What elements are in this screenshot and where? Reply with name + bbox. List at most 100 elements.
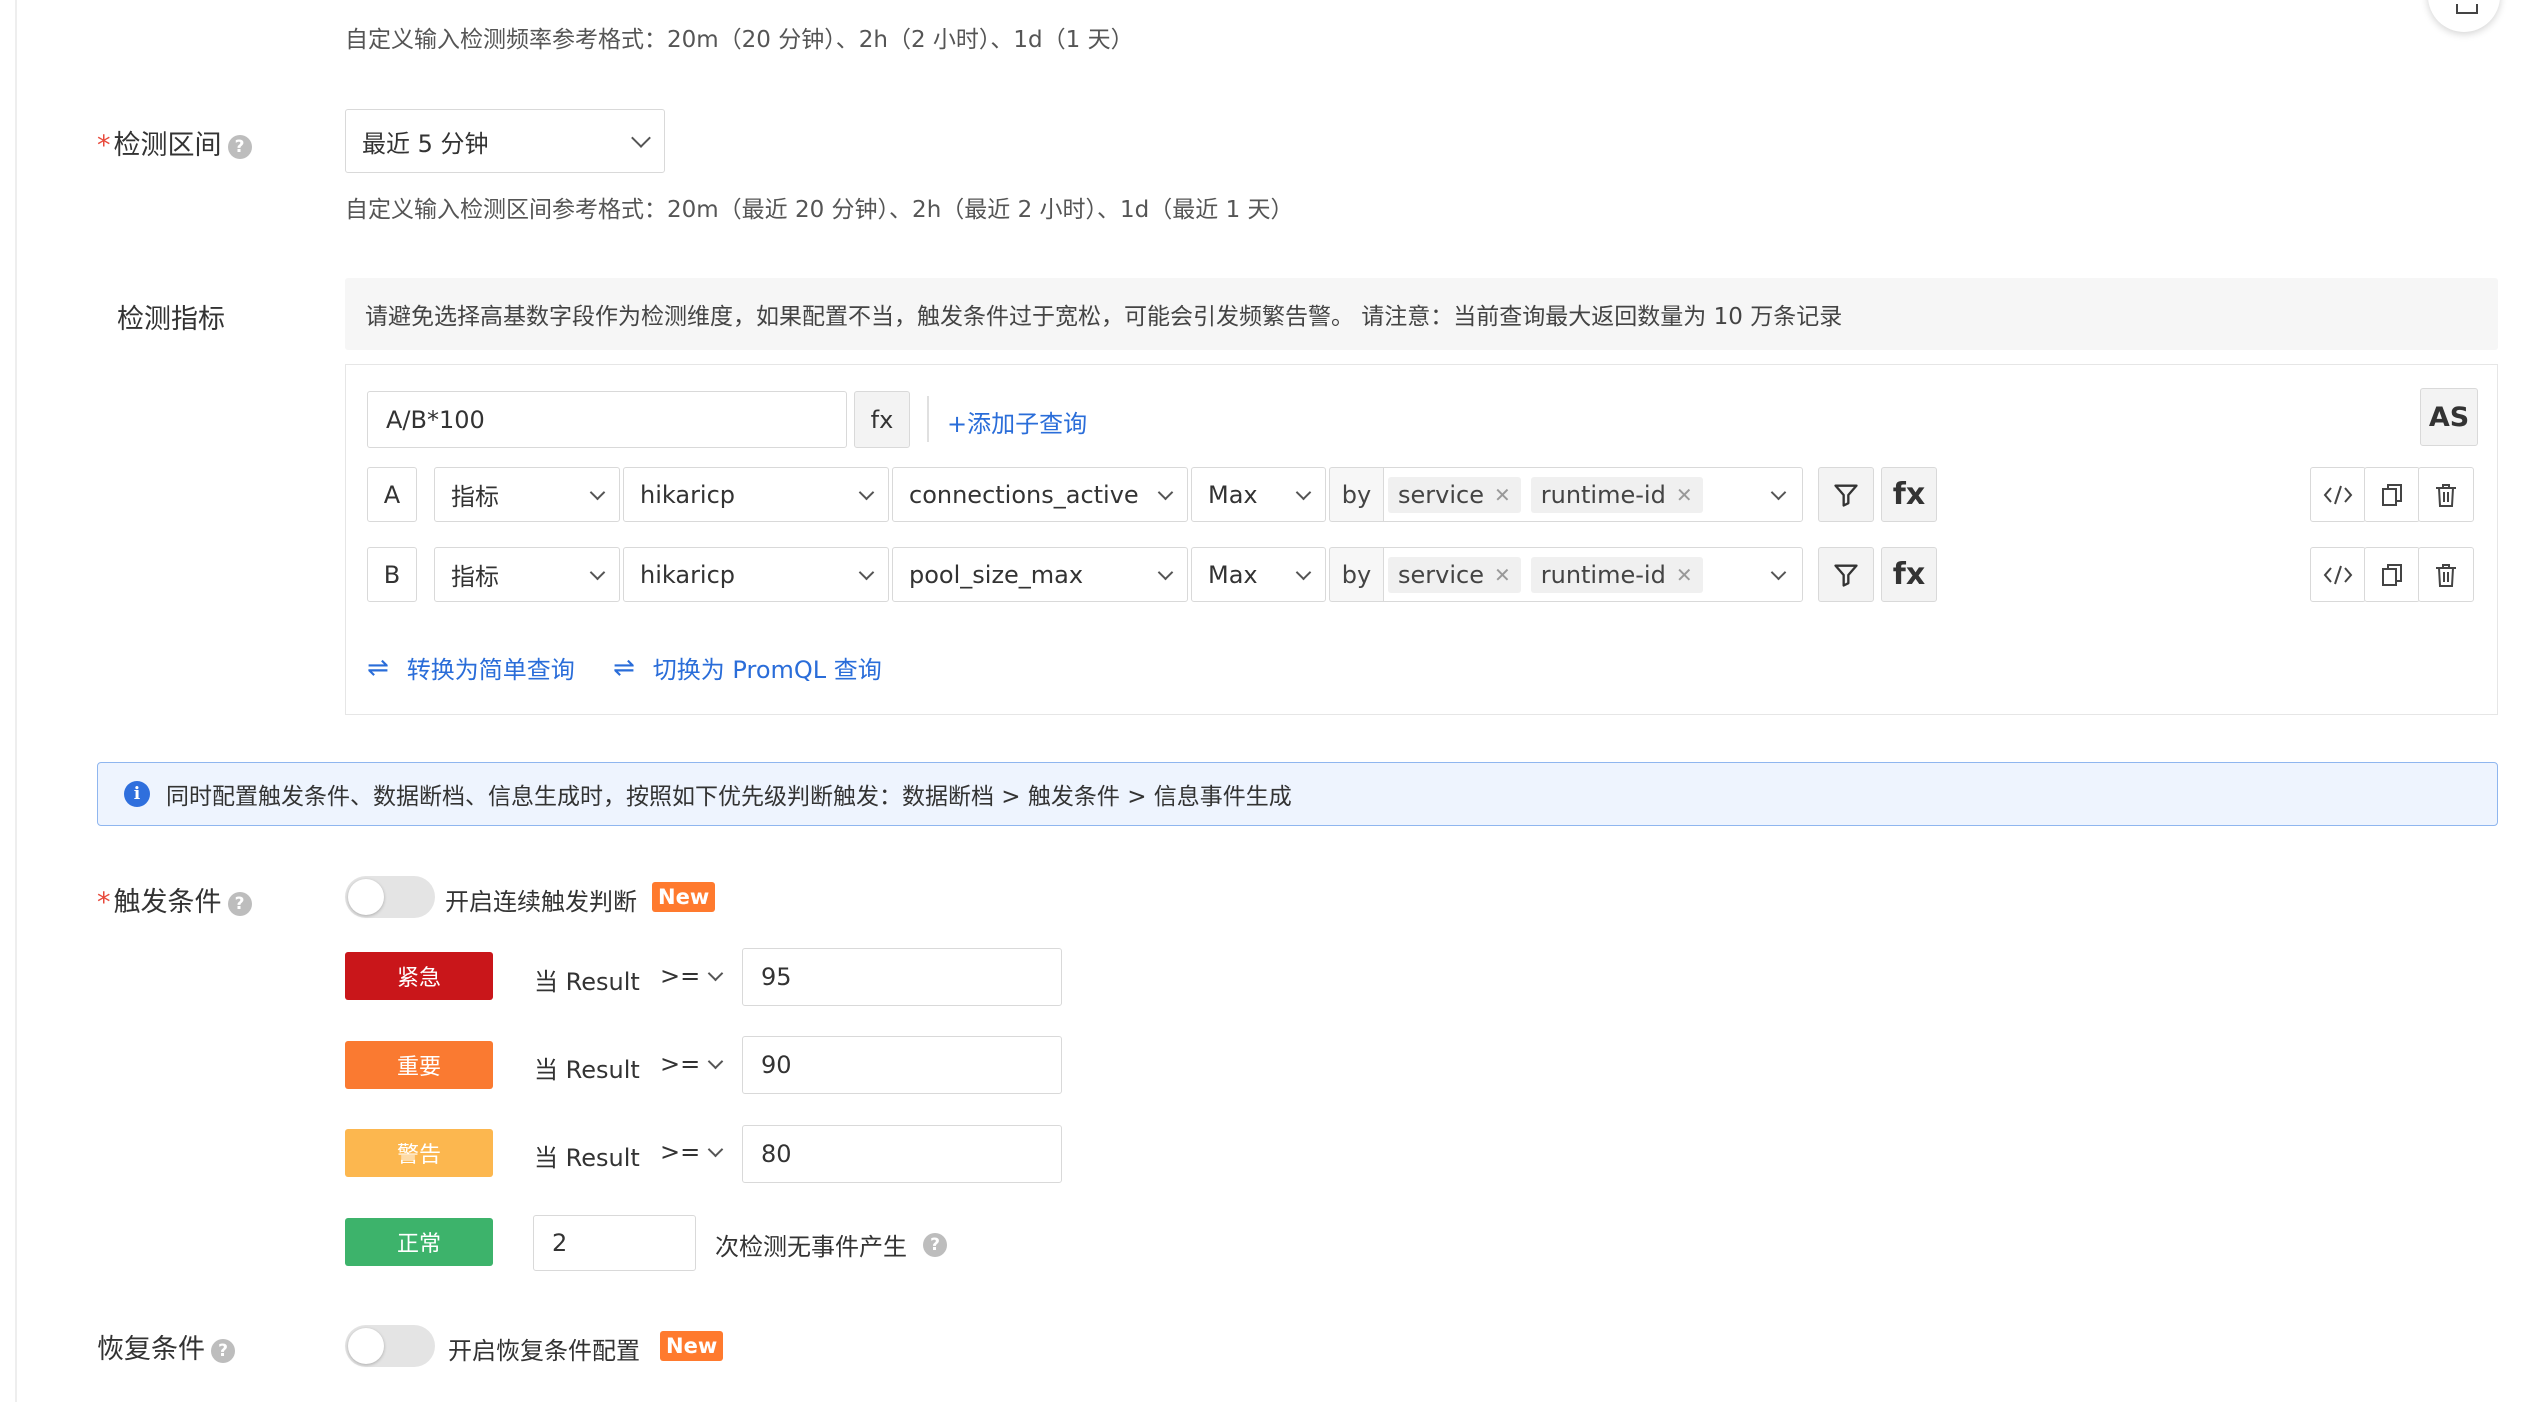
frequency-hint: 自定义输入检测频率参考格式：20m（20 分钟）、2h（2 小时）、1d（1 天… (345, 27, 1134, 53)
query-a-agg-select[interactable]: Max (1191, 467, 1326, 522)
level-important-condition: 当 Result (534, 1056, 640, 1084)
code-button[interactable] (2310, 547, 2366, 602)
query-b-agg-select[interactable]: Max (1191, 547, 1326, 602)
chevron-down-icon (589, 564, 606, 580)
filter-button[interactable] (1818, 467, 1874, 522)
add-subquery-link[interactable]: +添加子查询 (947, 404, 1087, 439)
detect-range-hint: 自定义输入检测区间参考格式：20m（最近 20 分钟）、2h（最近 2 小时）、… (345, 197, 1294, 223)
copy-icon (2382, 563, 2402, 586)
help-icon[interactable]: ? (227, 134, 252, 159)
query-b-field-select[interactable]: pool_size_max (892, 547, 1188, 602)
close-icon[interactable]: ✕ (1494, 563, 1511, 587)
chevron-down-icon (631, 128, 651, 148)
switch-simple-link[interactable]: ⇌ 转换为简单查询 (367, 650, 575, 685)
priority-info-text: 同时配置触发条件、数据断档、信息生成时，按照如下优先级判断触发：数据断档 > 触… (166, 784, 1292, 810)
delete-button[interactable] (2418, 547, 2474, 602)
tag-chip: service ✕ (1388, 476, 1521, 513)
switch-simple-text: 转换为简单查询 (406, 656, 575, 684)
tag-chip: runtime-id ✕ (1530, 556, 1703, 593)
query-a-by-label: by (1329, 467, 1383, 522)
chevron-down-icon (1157, 564, 1174, 580)
help-icon[interactable]: ? (211, 1338, 235, 1363)
tag-label: service (1398, 480, 1484, 509)
query-b-groupby-select[interactable]: service ✕ runtime-id ✕ (1383, 547, 1803, 602)
operator-value: >= (660, 1138, 701, 1166)
normal-count-input[interactable]: 2 (533, 1215, 696, 1271)
code-icon (2323, 485, 2353, 504)
level-important-threshold-input[interactable]: 90 (742, 1036, 1062, 1094)
required-mark: * (97, 130, 111, 161)
code-button[interactable] (2310, 467, 2366, 522)
query-a-type-value: 指标 (451, 483, 499, 511)
query-b-field-value: pool_size_max (909, 560, 1084, 589)
function-button[interactable]: fx (1881, 547, 1937, 602)
chevron-down-icon (1770, 484, 1787, 500)
query-a-field-value: connections_active (909, 480, 1139, 509)
toggle-knob (348, 1328, 384, 1364)
trash-icon (2436, 563, 2456, 587)
copy-icon (2382, 483, 2402, 506)
function-button[interactable]: fx (1881, 467, 1937, 522)
as-button[interactable]: AS (2420, 388, 2478, 446)
query-b-type-value: 指标 (451, 563, 499, 591)
recovery-toggle-label: 开启恢复条件配置 (448, 1337, 640, 1365)
chevron-down-icon (707, 1141, 724, 1158)
query-b-by-label: by (1329, 547, 1383, 602)
query-b-agg-value: Max (1208, 560, 1258, 589)
toggle-knob (348, 879, 384, 915)
query-a-field-select[interactable]: connections_active (892, 467, 1188, 522)
filter-button[interactable] (1818, 547, 1874, 602)
continuous-trigger-toggle[interactable] (345, 876, 435, 918)
detect-range-select[interactable]: 最近 5 分钟 (345, 109, 665, 173)
chevron-down-icon (1295, 484, 1312, 500)
level-critical-threshold-input[interactable]: 95 (742, 948, 1062, 1006)
switch-promql-text: 切换为 PromQL 查询 (652, 656, 882, 684)
left-border (15, 0, 17, 1402)
help-icon[interactable]: ? (923, 1232, 947, 1257)
close-icon[interactable]: ✕ (1676, 483, 1693, 507)
metrics-label: 检测指标 (117, 304, 225, 335)
priority-info-banner: i 同时配置触发条件、数据断档、信息生成时，按照如下优先级判断触发：数据断档 >… (97, 762, 2498, 826)
level-critical-condition: 当 Result (534, 968, 640, 996)
chevron-down-icon (858, 564, 875, 580)
level-critical-operator-select[interactable]: >= (660, 962, 724, 990)
chevron-down-icon (1770, 564, 1787, 580)
help-icon[interactable]: ? (227, 891, 252, 916)
detect-range-label: * 检测区间? (97, 123, 252, 162)
fx-button[interactable]: fx (854, 391, 910, 448)
copy-button[interactable] (2364, 467, 2420, 522)
continuous-trigger-label: 开启连续触发判断 (445, 888, 637, 916)
expression-input[interactable]: A/B*100 (367, 391, 847, 448)
tag-chip: runtime-id ✕ (1530, 476, 1703, 513)
corner-action-button[interactable] (2428, 0, 2500, 32)
level-warning-threshold-input[interactable]: 80 (742, 1125, 1062, 1183)
level-important-operator-select[interactable]: >= (660, 1050, 724, 1078)
query-a-measurement-value: hikaricp (640, 480, 736, 509)
tray-icon (2456, 4, 2478, 14)
recovery-label-text: 恢复条件 (97, 1334, 205, 1365)
normal-count-text: 次检测无事件产生 (715, 1233, 907, 1261)
level-important-badge: 重要 (345, 1041, 493, 1089)
recovery-toggle[interactable] (345, 1325, 435, 1367)
chevron-down-icon (707, 965, 724, 982)
tag-chip: service ✕ (1388, 556, 1521, 593)
query-b-measurement-select[interactable]: hikaricp (623, 547, 889, 602)
query-a-type-select[interactable]: 指标 (434, 467, 620, 522)
level-critical-badge: 紧急 (345, 952, 493, 1000)
chevron-down-icon (707, 1053, 724, 1070)
copy-button[interactable] (2364, 547, 2420, 602)
query-a-measurement-select[interactable]: hikaricp (623, 467, 889, 522)
delete-button[interactable] (2418, 467, 2474, 522)
level-warning-operator-select[interactable]: >= (660, 1138, 724, 1166)
detect-range-value: 最近 5 分钟 (362, 129, 489, 158)
new-badge: New (660, 1331, 724, 1361)
new-badge: New (652, 882, 716, 912)
query-b-measurement-value: hikaricp (640, 560, 736, 589)
level-warning-badge: 警告 (345, 1129, 493, 1177)
close-icon[interactable]: ✕ (1676, 563, 1693, 587)
switch-promql-link[interactable]: ⇌ 切换为 PromQL 查询 (613, 650, 882, 685)
query-a-groupby-select[interactable]: service ✕ runtime-id ✕ (1383, 467, 1803, 522)
close-icon[interactable]: ✕ (1494, 483, 1511, 507)
chevron-down-icon (589, 484, 606, 500)
query-b-type-select[interactable]: 指标 (434, 547, 620, 602)
